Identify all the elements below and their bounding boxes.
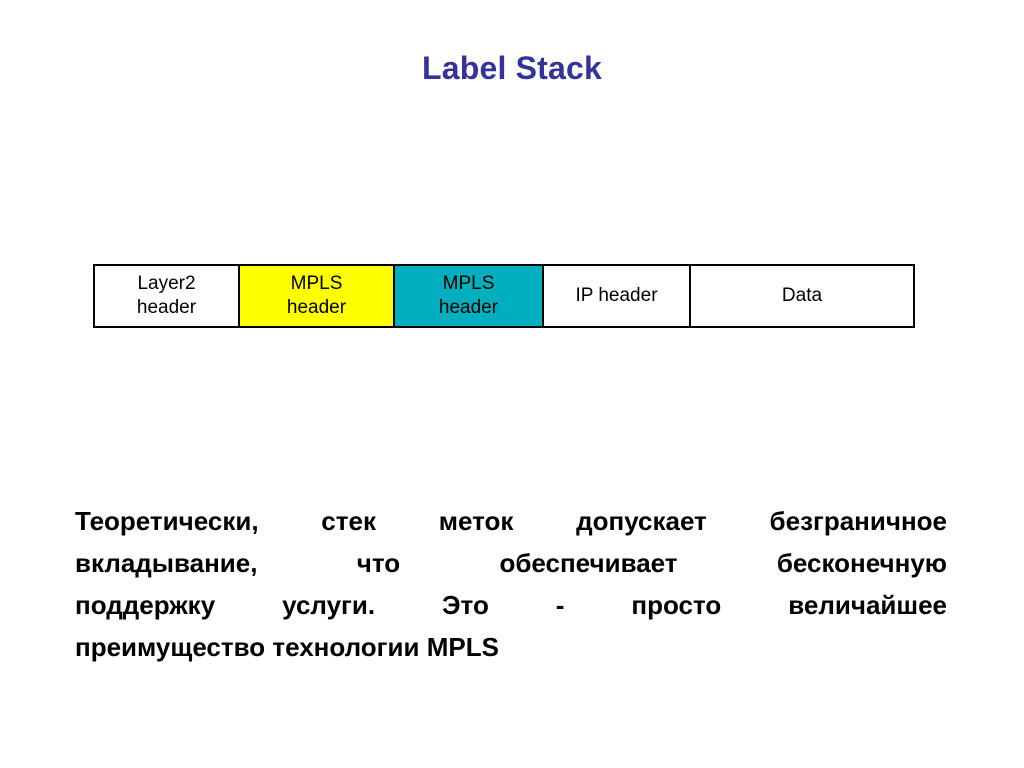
packet-field-label-line1: MPLS	[290, 273, 343, 294]
packet-field-label-line1: Layer2	[137, 273, 196, 294]
packet-field-layer2-header: Layer2 header	[93, 264, 240, 328]
body-paragraph-line: поддержку услуги. Это - просто величайше…	[75, 590, 947, 620]
body-paragraph: Теоретически, стек меток допускает безгр…	[75, 500, 947, 668]
packet-format-diagram: Layer2 header MPLS header MPLS header IP…	[93, 264, 921, 328]
body-paragraph-line: Теоретически, стек меток допускает безгр…	[75, 506, 947, 536]
packet-field-data: Data	[689, 264, 915, 328]
packet-field-label-line1: IP header	[575, 285, 658, 306]
body-paragraph-line: преимущество технологии MPLS	[75, 632, 499, 662]
packet-field-ip-header: IP header	[542, 264, 691, 328]
packet-field-label-line2: header	[286, 297, 347, 318]
page-title: Label Stack	[421, 50, 603, 86]
packet-field-label-line2: header	[136, 297, 197, 318]
packet-field-label-line2: header	[438, 297, 499, 318]
packet-field-mpls-header-inner: MPLS header	[393, 264, 544, 328]
packet-field-label-line1: MPLS	[442, 273, 495, 294]
slide-canvas: Label Stack Layer2 header MPLS header MP…	[0, 0, 1024, 768]
packet-field-mpls-header-outer: MPLS header	[238, 264, 395, 328]
body-paragraph-line: вкладывание, что обеспечивает бесконечну…	[75, 548, 947, 578]
packet-field-label-line1: Data	[781, 285, 823, 306]
